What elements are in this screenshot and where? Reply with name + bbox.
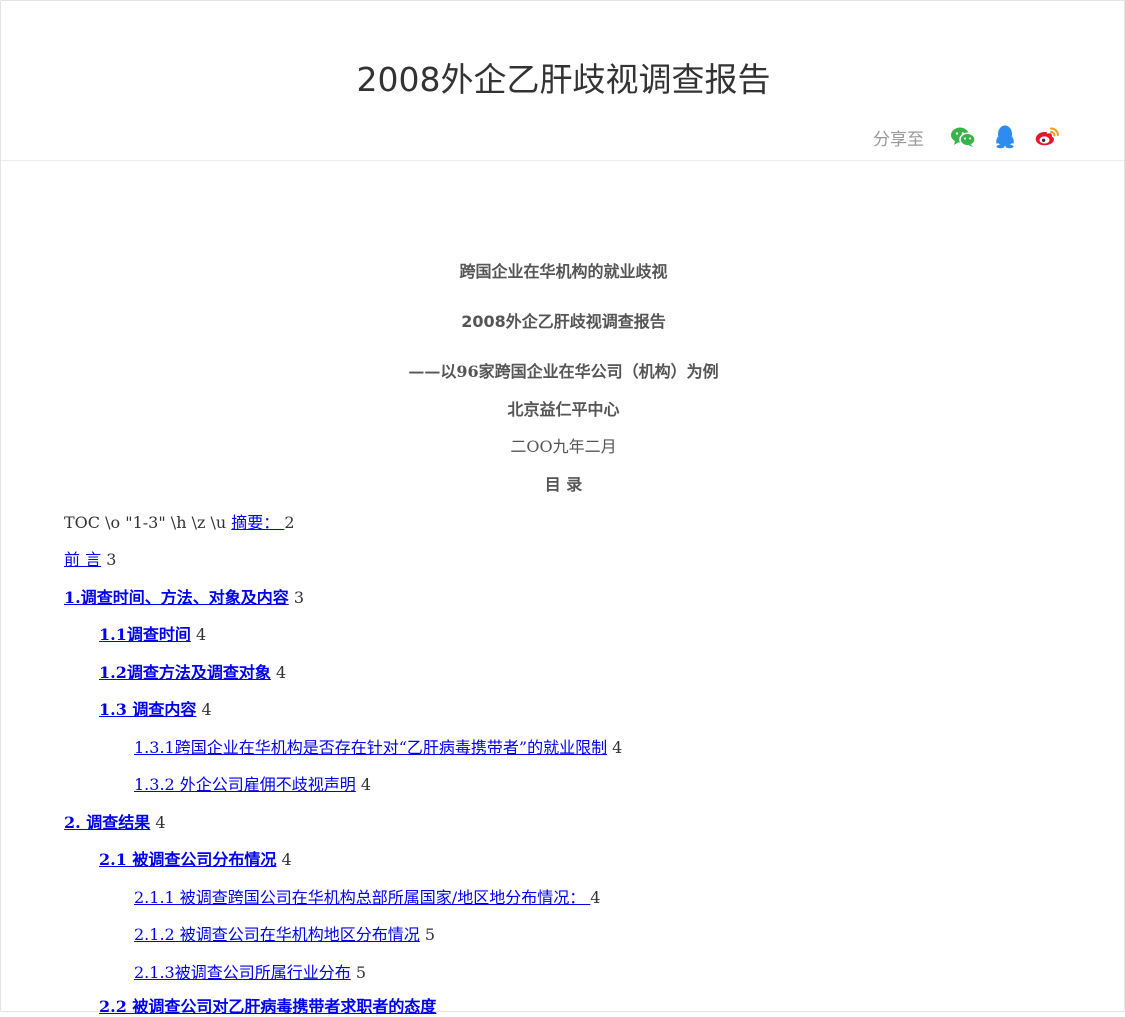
- page-title: 2008外企乙肝歧视调查报告: [356, 60, 771, 99]
- toc-page-number: 3: [293, 588, 304, 607]
- article-card: 2008外企乙肝歧视调查报告 分享至 跨国企业在华机构的就业歧视 2008外企乙…: [0, 0, 1125, 1016]
- toc-page-number: 5: [424, 925, 436, 944]
- toc-page-number: 4: [275, 663, 287, 682]
- toc-page-number: 3: [106, 550, 117, 569]
- toc-item: 1.1调查时间 4: [99, 621, 206, 645]
- toc-page-number: 4: [201, 700, 212, 719]
- toc-item: 前 言 3: [64, 546, 116, 570]
- toc-page-number: 4: [590, 888, 601, 907]
- doc-title: 2008外企乙肝歧视调查报告: [461, 312, 666, 331]
- toc-page-number: 5: [355, 963, 366, 982]
- toc-item: 1.3.1跨国企业在华机构是否存在针对“乙肝病毒携带者”的就业限制 4: [134, 734, 622, 758]
- toc-link[interactable]: 前 言: [64, 550, 101, 569]
- toc-item: 2.1.2 被调查公司在华机构地区分布情况 5: [134, 921, 435, 945]
- toc-item: 1.2调查方法及调查对象 4: [99, 659, 286, 683]
- toc-link[interactable]: 1.调查时间、方法、对象及内容: [64, 588, 289, 607]
- doc-organization: 北京益仁平中心: [507, 400, 620, 419]
- toc-field-code: TOC \o "1-3" \h \z \u: [64, 513, 232, 532]
- weibo-icon[interactable]: [1032, 122, 1062, 152]
- toc-link[interactable]: 2.1.1 被调查跨国公司在华机构总部所属国家/地区地分布情况：: [134, 888, 590, 907]
- toc-link[interactable]: 2. 调查结果: [64, 813, 150, 832]
- toc-item: 2.1 被调查公司分布情况 4: [99, 846, 292, 870]
- toc-page-number: 4: [281, 850, 292, 869]
- toc-page-number: 2: [284, 513, 295, 532]
- toc-item: 1.3.2 外企公司雇佣不歧视声明 4: [134, 771, 371, 795]
- toc-link[interactable]: 1.3.2 外企公司雇佣不歧视声明: [134, 775, 356, 794]
- toc-link[interactable]: 摘要：: [231, 513, 284, 532]
- toc-item: 2. 调查结果 4: [64, 809, 166, 833]
- toc-item: 2.1.1 被调查跨国公司在华机构总部所属国家/地区地分布情况： 4: [134, 884, 600, 908]
- toc-item: 2.2 被调查公司对乙肝病毒携带者求职者的态度: [99, 993, 436, 1017]
- toc-link[interactable]: 1.3.1跨国企业在华机构是否存在针对“乙肝病毒携带者”的就业限制: [134, 738, 607, 757]
- wechat-icon[interactable]: [948, 122, 978, 152]
- toc-link[interactable]: 1.2调查方法及调查对象: [99, 663, 271, 682]
- toc-link[interactable]: 2.1.2 被调查公司在华机构地区分布情况: [134, 925, 420, 944]
- toc-item: 1.3 调查内容 4: [99, 696, 212, 720]
- toc-page-number: 4: [612, 738, 623, 757]
- article-header: 2008外企乙肝歧视调查报告 分享至: [1, 1, 1124, 161]
- toc-item: 2.1.3被调查公司所属行业分布 5: [134, 959, 366, 983]
- qq-icon[interactable]: [990, 122, 1020, 152]
- doc-subtitle: 跨国企业在华机构的就业歧视: [459, 262, 668, 281]
- share-bar: 分享至: [873, 121, 1062, 153]
- toc-page-number: 4: [155, 813, 166, 832]
- toc-item: 1.调查时间、方法、对象及内容 3: [64, 584, 304, 608]
- share-label: 分享至: [873, 129, 924, 150]
- toc-link[interactable]: 2.1 被调查公司分布情况: [99, 850, 276, 869]
- toc-heading: 目 录: [544, 475, 583, 494]
- doc-caption: ——以96家跨国企业在华公司（机构）为例: [408, 362, 719, 381]
- toc-item: TOC \o "1-3" \h \z \u 摘要： 2: [64, 509, 295, 533]
- toc-link[interactable]: 1.3 调查内容: [99, 700, 196, 719]
- toc-page-number: 4: [195, 625, 207, 644]
- toc-link[interactable]: 2.1.3被调查公司所属行业分布: [134, 963, 351, 982]
- toc-page-number: 4: [360, 775, 372, 794]
- toc-link[interactable]: 1.1调查时间: [99, 625, 191, 644]
- doc-date: 二OO九年二月: [510, 437, 617, 456]
